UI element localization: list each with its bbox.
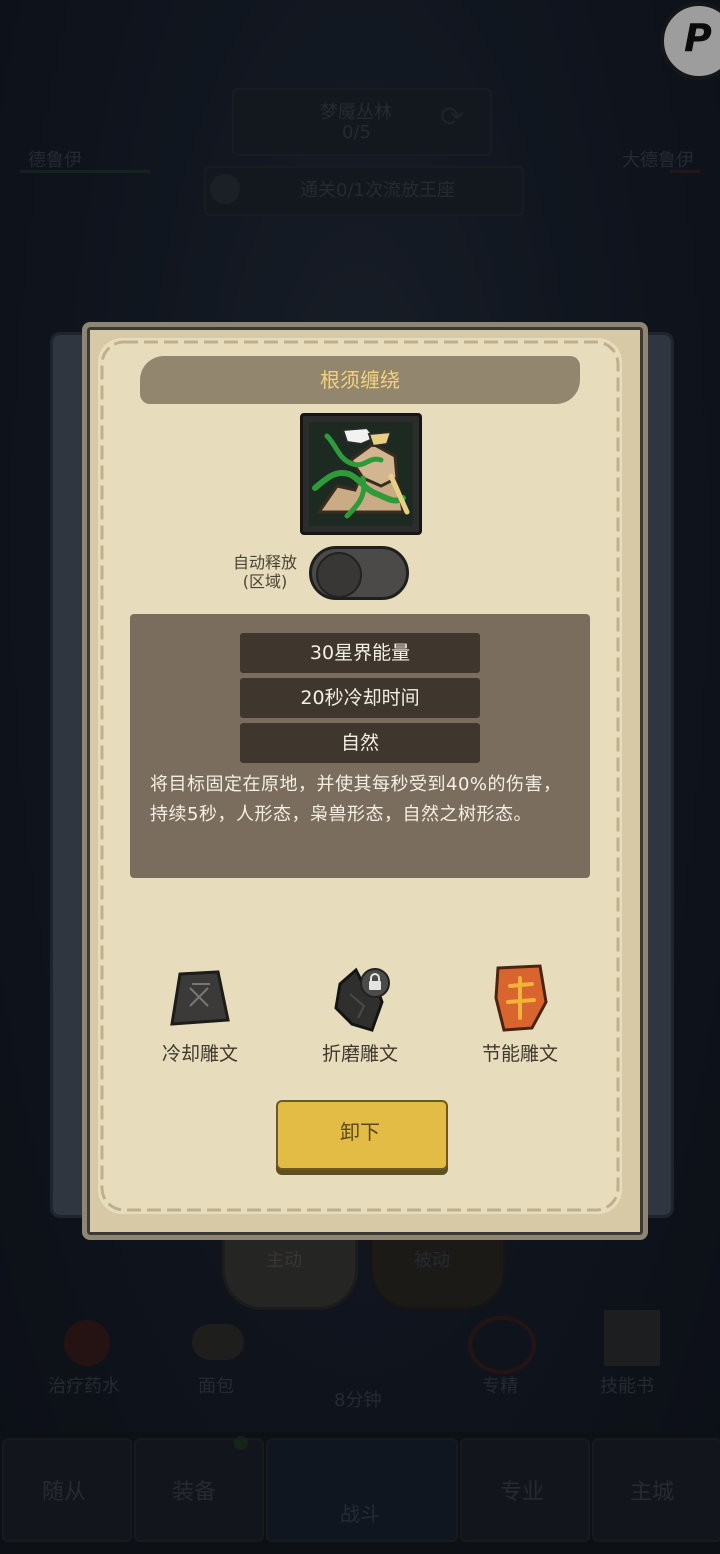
stat-energy-cost: 30星界能量 [240,633,480,673]
stat-school: 自然 [240,723,480,763]
root-entangle-icon [300,413,422,535]
skill-title: 根须缠绕 [320,368,400,392]
auto-cast-toggle[interactable] [309,546,409,600]
rune-cooldown[interactable] [140,966,260,1034]
auto-cast-subtitle: (区域) [242,572,288,591]
rune-torment-label: 折磨雕文 [321,1043,398,1065]
lock-icon [360,968,390,998]
auto-cast-label: 自动释放 (区域) [220,553,310,591]
cooldown-rune-icon [170,970,230,1026]
rune-energy-saving[interactable] [460,962,580,1038]
toggle-knob [316,552,362,598]
unequip-button-label: 卸下 [340,1120,380,1144]
stat-cooldown: 20秒冷却时间 [240,678,480,718]
rune-torment[interactable] [300,966,420,1042]
rune-energy-saving-label: 节能雕文 [481,1043,558,1065]
energy-saving-rune-icon [494,964,548,1032]
skill-description: 将目标固定在原地，并使其每秒受到40%的伤害，持续5秒，人形态，枭兽形态，自然之… [150,774,562,825]
rune-cooldown-label: 冷却雕文 [161,1043,238,1065]
auto-cast-title: 自动释放 [232,553,297,572]
